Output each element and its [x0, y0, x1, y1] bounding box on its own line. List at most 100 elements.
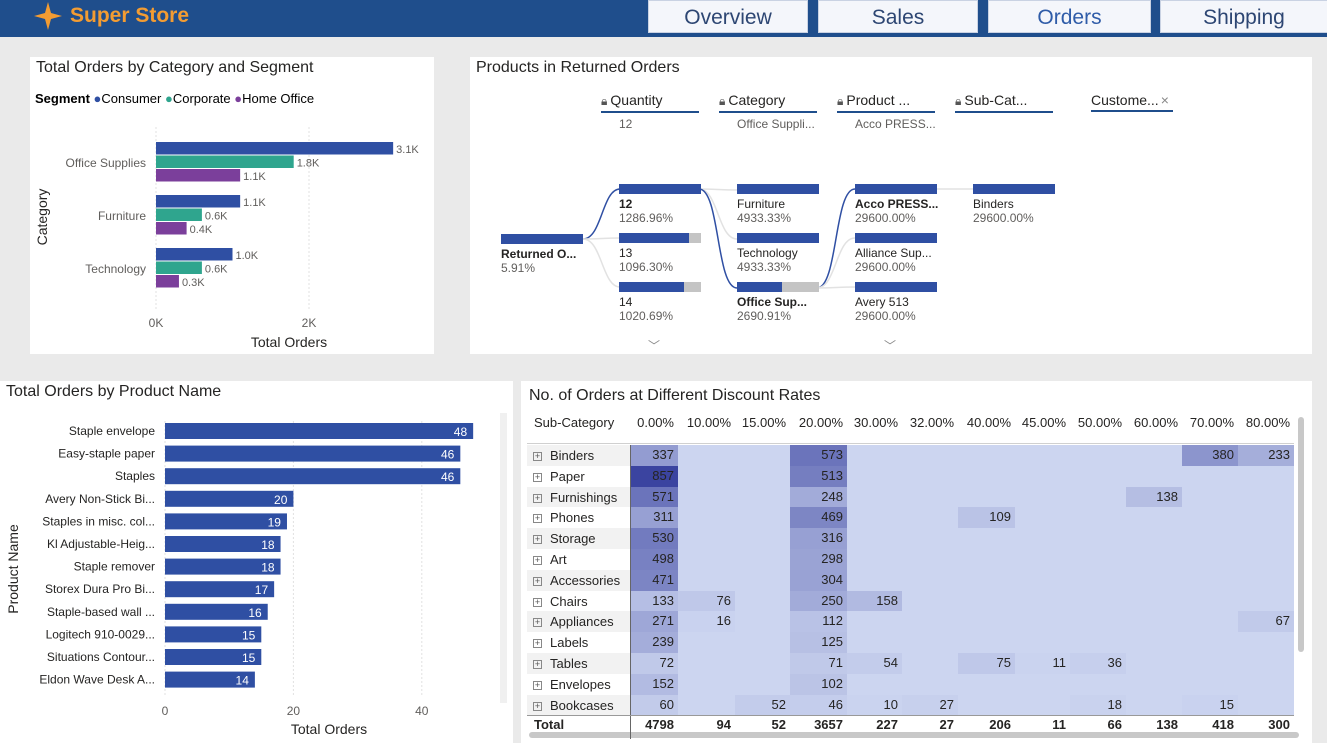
vertical-scrollbar[interactable] — [500, 413, 507, 703]
matrix-cell[interactable]: 11 — [1015, 653, 1070, 674]
decomp-node[interactable]: Avery 513 29600.00% — [855, 282, 937, 323]
row-label[interactable]: + Storage — [533, 531, 596, 546]
matrix-cell[interactable]: 109 — [958, 507, 1015, 529]
matrix-cell[interactable]: 67 — [1238, 611, 1294, 633]
matrix-cell[interactable]: 75 — [958, 653, 1015, 674]
matrix-cell[interactable]: 271 — [631, 611, 678, 633]
matrix-cell[interactable]: 239 — [631, 632, 678, 653]
bar-consumer[interactable] — [156, 142, 394, 155]
matrix-cell[interactable]: 36 — [1070, 653, 1126, 674]
column-header[interactable]: 32.00% — [902, 415, 958, 430]
decomp-node[interactable]: 13 1096.30% — [619, 233, 701, 274]
matrix-cell[interactable]: 311 — [631, 507, 678, 529]
row-label[interactable]: + Phones — [533, 510, 594, 525]
product-bar[interactable] — [165, 423, 474, 439]
tab-sales[interactable]: Sales — [818, 0, 978, 33]
column-header[interactable]: 50.00% — [1070, 415, 1126, 430]
column-header[interactable]: 0.00% — [631, 415, 678, 430]
bar-corporate[interactable] — [156, 261, 202, 275]
expand-icon[interactable]: + — [533, 452, 542, 461]
bar-consumer[interactable] — [156, 248, 233, 261]
matrix-cell[interactable]: 102 — [790, 673, 847, 695]
tab-overview[interactable]: Overview — [648, 0, 808, 33]
matrix-cell[interactable]: 52 — [735, 694, 790, 716]
column-header[interactable]: 80.00% — [1238, 415, 1294, 430]
matrix-cell[interactable]: 133 — [631, 590, 678, 612]
row-label[interactable]: + Tables — [533, 656, 588, 671]
matrix-cell[interactable]: 54 — [847, 653, 902, 674]
tab-orders[interactable]: Orders — [988, 0, 1151, 33]
column-header[interactable]: 15.00% — [735, 415, 790, 430]
decomp-node[interactable]: 12 1286.96% — [619, 184, 701, 225]
matrix-cell[interactable]: 469 — [790, 507, 847, 529]
matrix-cell[interactable]: 71 — [790, 653, 847, 674]
bar-home-office[interactable] — [156, 169, 241, 182]
row-label[interactable]: + Binders — [533, 448, 594, 463]
matrix-cell[interactable]: 158 — [847, 590, 902, 612]
node-root[interactable]: Returned O... 5.91% — [501, 234, 583, 275]
expand-icon[interactable]: + — [533, 472, 542, 482]
matrix-cell[interactable]: 112 — [790, 611, 847, 633]
row-label[interactable]: + Accessories — [533, 573, 620, 588]
decomp-node[interactable]: Furniture 4933.33% — [737, 184, 819, 225]
column-header[interactable]: 70.00% — [1182, 415, 1238, 430]
bar-home-office[interactable] — [156, 222, 187, 235]
matrix-cell[interactable]: 298 — [790, 549, 847, 570]
matrix-cell[interactable]: 471 — [631, 569, 678, 591]
matrix-cell[interactable]: 72 — [631, 653, 678, 674]
column-header[interactable]: 40.00% — [958, 415, 1015, 430]
matrix-cell[interactable]: 250 — [790, 590, 847, 612]
matrix-cell[interactable]: 857 — [631, 465, 678, 487]
matrix-cell[interactable]: 233 — [1238, 445, 1294, 466]
product-bar[interactable] — [165, 445, 461, 462]
expand-icon[interactable]: + — [533, 597, 542, 607]
row-label[interactable]: + Furnishings — [533, 490, 617, 505]
expand-icon[interactable]: + — [533, 701, 542, 711]
bar-home-office[interactable] — [156, 275, 179, 288]
expand-icon[interactable]: + — [533, 660, 542, 669]
matrix-cell[interactable]: 76 — [678, 590, 735, 612]
matrix-cell[interactable]: 571 — [631, 486, 678, 508]
row-label[interactable]: + Envelopes — [533, 677, 611, 692]
matrix-cell[interactable]: 304 — [790, 569, 847, 591]
chevron-down-icon[interactable]: ﹀ — [884, 337, 896, 354]
decomp-node[interactable]: Acco PRESS... 29600.00% — [855, 184, 938, 225]
column-header[interactable]: 10.00% — [678, 415, 735, 430]
matrix-cell[interactable]: 513 — [790, 465, 847, 487]
matrix-cell[interactable]: 15 — [1182, 694, 1238, 716]
expand-icon[interactable]: + — [533, 576, 542, 586]
product-bar[interactable] — [165, 468, 461, 485]
matrix-cell[interactable]: 18 — [1070, 694, 1126, 716]
expand-icon[interactable]: + — [533, 618, 542, 628]
decomp-node[interactable]: Binders 29600.00% — [973, 184, 1055, 225]
row-label[interactable]: + Paper — [533, 469, 585, 484]
expand-icon[interactable]: + — [533, 639, 542, 649]
decomp-node[interactable]: Alliance Sup... 29600.00% — [855, 233, 937, 274]
row-label[interactable]: + Bookcases — [533, 698, 614, 713]
row-label[interactable]: + Art — [533, 552, 567, 567]
row-label[interactable]: + Appliances — [533, 614, 614, 629]
bar-consumer[interactable] — [156, 195, 241, 208]
column-header[interactable]: 60.00% — [1126, 415, 1182, 430]
matrix-cell[interactable]: 316 — [790, 528, 847, 549]
expand-icon[interactable]: + — [533, 493, 542, 503]
matrix-cell[interactable]: 138 — [1126, 486, 1182, 508]
horizontal-scrollbar[interactable] — [529, 732, 1299, 738]
matrix-cell[interactable]: 16 — [678, 611, 735, 633]
column-header[interactable]: 20.00% — [790, 415, 847, 430]
matrix-cell[interactable]: 152 — [631, 673, 678, 695]
column-header[interactable]: 30.00% — [847, 415, 902, 430]
matrix-cell[interactable]: 46 — [790, 694, 847, 716]
matrix-cell[interactable]: 573 — [790, 445, 847, 466]
bar-corporate[interactable] — [156, 208, 202, 222]
matrix-cell[interactable]: 60 — [631, 694, 678, 716]
matrix-cell[interactable]: 125 — [790, 632, 847, 653]
matrix-cell[interactable]: 10 — [847, 694, 902, 716]
expand-icon[interactable]: + — [533, 514, 542, 524]
matrix-cell[interactable]: 27 — [902, 694, 958, 716]
expand-icon[interactable]: + — [533, 535, 542, 545]
matrix-cell[interactable]: 530 — [631, 528, 678, 549]
row-label[interactable]: + Labels — [533, 635, 588, 650]
chevron-down-icon[interactable]: ﹀ — [648, 337, 660, 354]
decomp-node[interactable]: Office Sup... 2690.91% — [737, 282, 819, 323]
